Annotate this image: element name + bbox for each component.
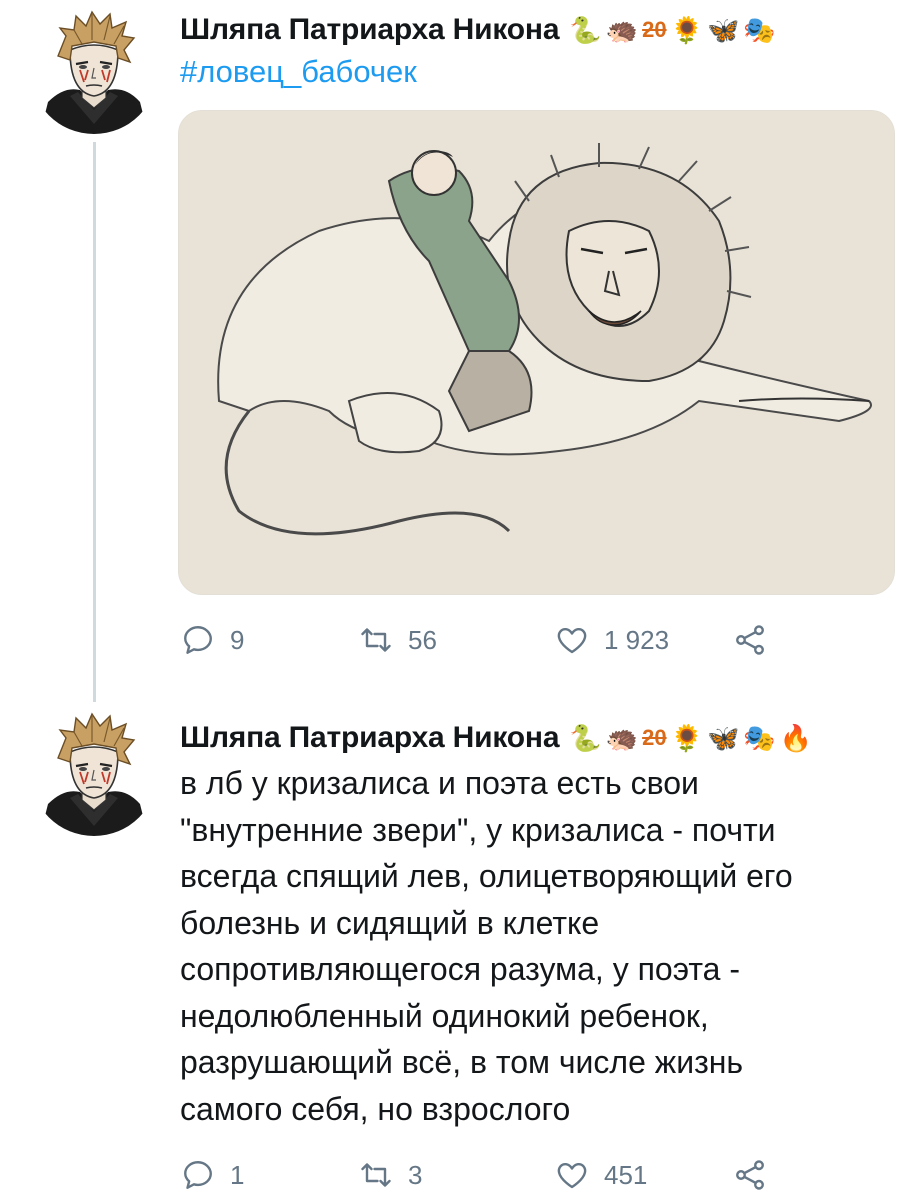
reply-button[interactable]: 1 [180,1155,244,1195]
theater-masks-emoji-icon: 🎭 [743,723,776,753]
share-icon [736,1160,764,1190]
avatar[interactable] [30,6,158,134]
hashtag-link[interactable]: #ловец_бабочек [180,54,417,90]
like-button[interactable]: 451 [554,1155,647,1195]
twenty-text-badge: 20 [642,725,667,750]
hedgehog-emoji-icon: 🦔 [605,723,639,753]
like-button[interactable]: 1 923 [554,620,669,660]
heart-icon [557,1162,587,1189]
retweet-button[interactable]: 56 [358,620,437,660]
reply-icon [184,1161,212,1189]
avatar-illustration-icon [30,708,158,836]
name-emoji-badges: 🐍 🦔 20 🌻 🦋 🎭 🔥 [569,725,812,751]
retweet-count: 56 [408,624,437,655]
twenty-text-badge: 20 [642,17,667,42]
tweet-body-text: в лб у кризалиса и поэта есть свои "внут… [180,765,793,1127]
like-count: 1 923 [604,624,670,655]
reply-count: 9 [230,624,245,655]
sunflower-emoji-icon: 🌻 [670,15,703,45]
author-display-name[interactable]: Шляпа Патриарха Никона [180,721,560,755]
avatar[interactable] [30,708,158,836]
tweet[interactable]: Шляпа Патриарха Никона 🐍 🦔 20 🌻 🦋 🎭 🔥 в … [0,700,921,1200]
like-count: 451 [604,1159,648,1190]
sunflower-emoji-icon: 🌻 [670,723,703,753]
tweet-media-image[interactable] [178,110,895,595]
snake-emoji-icon: 🐍 [569,723,602,753]
avatar-illustration-icon [30,6,158,134]
tweet-header: Шляпа Патриарха Никона 🐍 🦔 20 🌻 🦋 🎭 🔥 [180,716,921,760]
heart-icon [557,627,587,654]
tweet-actions-bar: 9 56 1 923 [180,620,820,660]
name-emoji-badges: 🐍 🦔 20 🌻 🦋 🎭 [569,17,775,43]
lion-and-man-drawing-icon [179,111,894,594]
retweet-icon [361,628,391,652]
snake-emoji-icon: 🐍 [569,15,602,45]
retweet-icon [361,1163,391,1187]
tweet-actions-bar: 1 3 451 [180,1155,820,1195]
reply-button[interactable]: 9 [180,620,244,660]
retweet-button[interactable]: 3 [358,1155,422,1195]
reply-count: 1 [230,1159,245,1190]
butterfly-emoji-icon: 🦋 [706,723,740,753]
butterfly-emoji-icon: 🦋 [706,15,740,45]
share-icon [736,625,764,655]
share-button[interactable] [732,1155,768,1195]
fire-emoji-icon: 🔥 [779,723,813,753]
tweet[interactable]: Шляпа Патриарха Никона 🐍 🦔 20 🌻 🦋 🎭 #лов… [0,0,921,700]
share-button[interactable] [732,620,768,660]
reply-icon [184,626,212,654]
retweet-count: 3 [408,1159,423,1190]
theater-masks-emoji-icon: 🎭 [743,15,776,45]
tweet-header: Шляпа Патриарха Никона 🐍 🦔 20 🌻 🦋 🎭 [180,8,921,52]
hedgehog-emoji-icon: 🦔 [605,15,639,45]
author-display-name[interactable]: Шляпа Патриарха Никона [180,13,560,47]
